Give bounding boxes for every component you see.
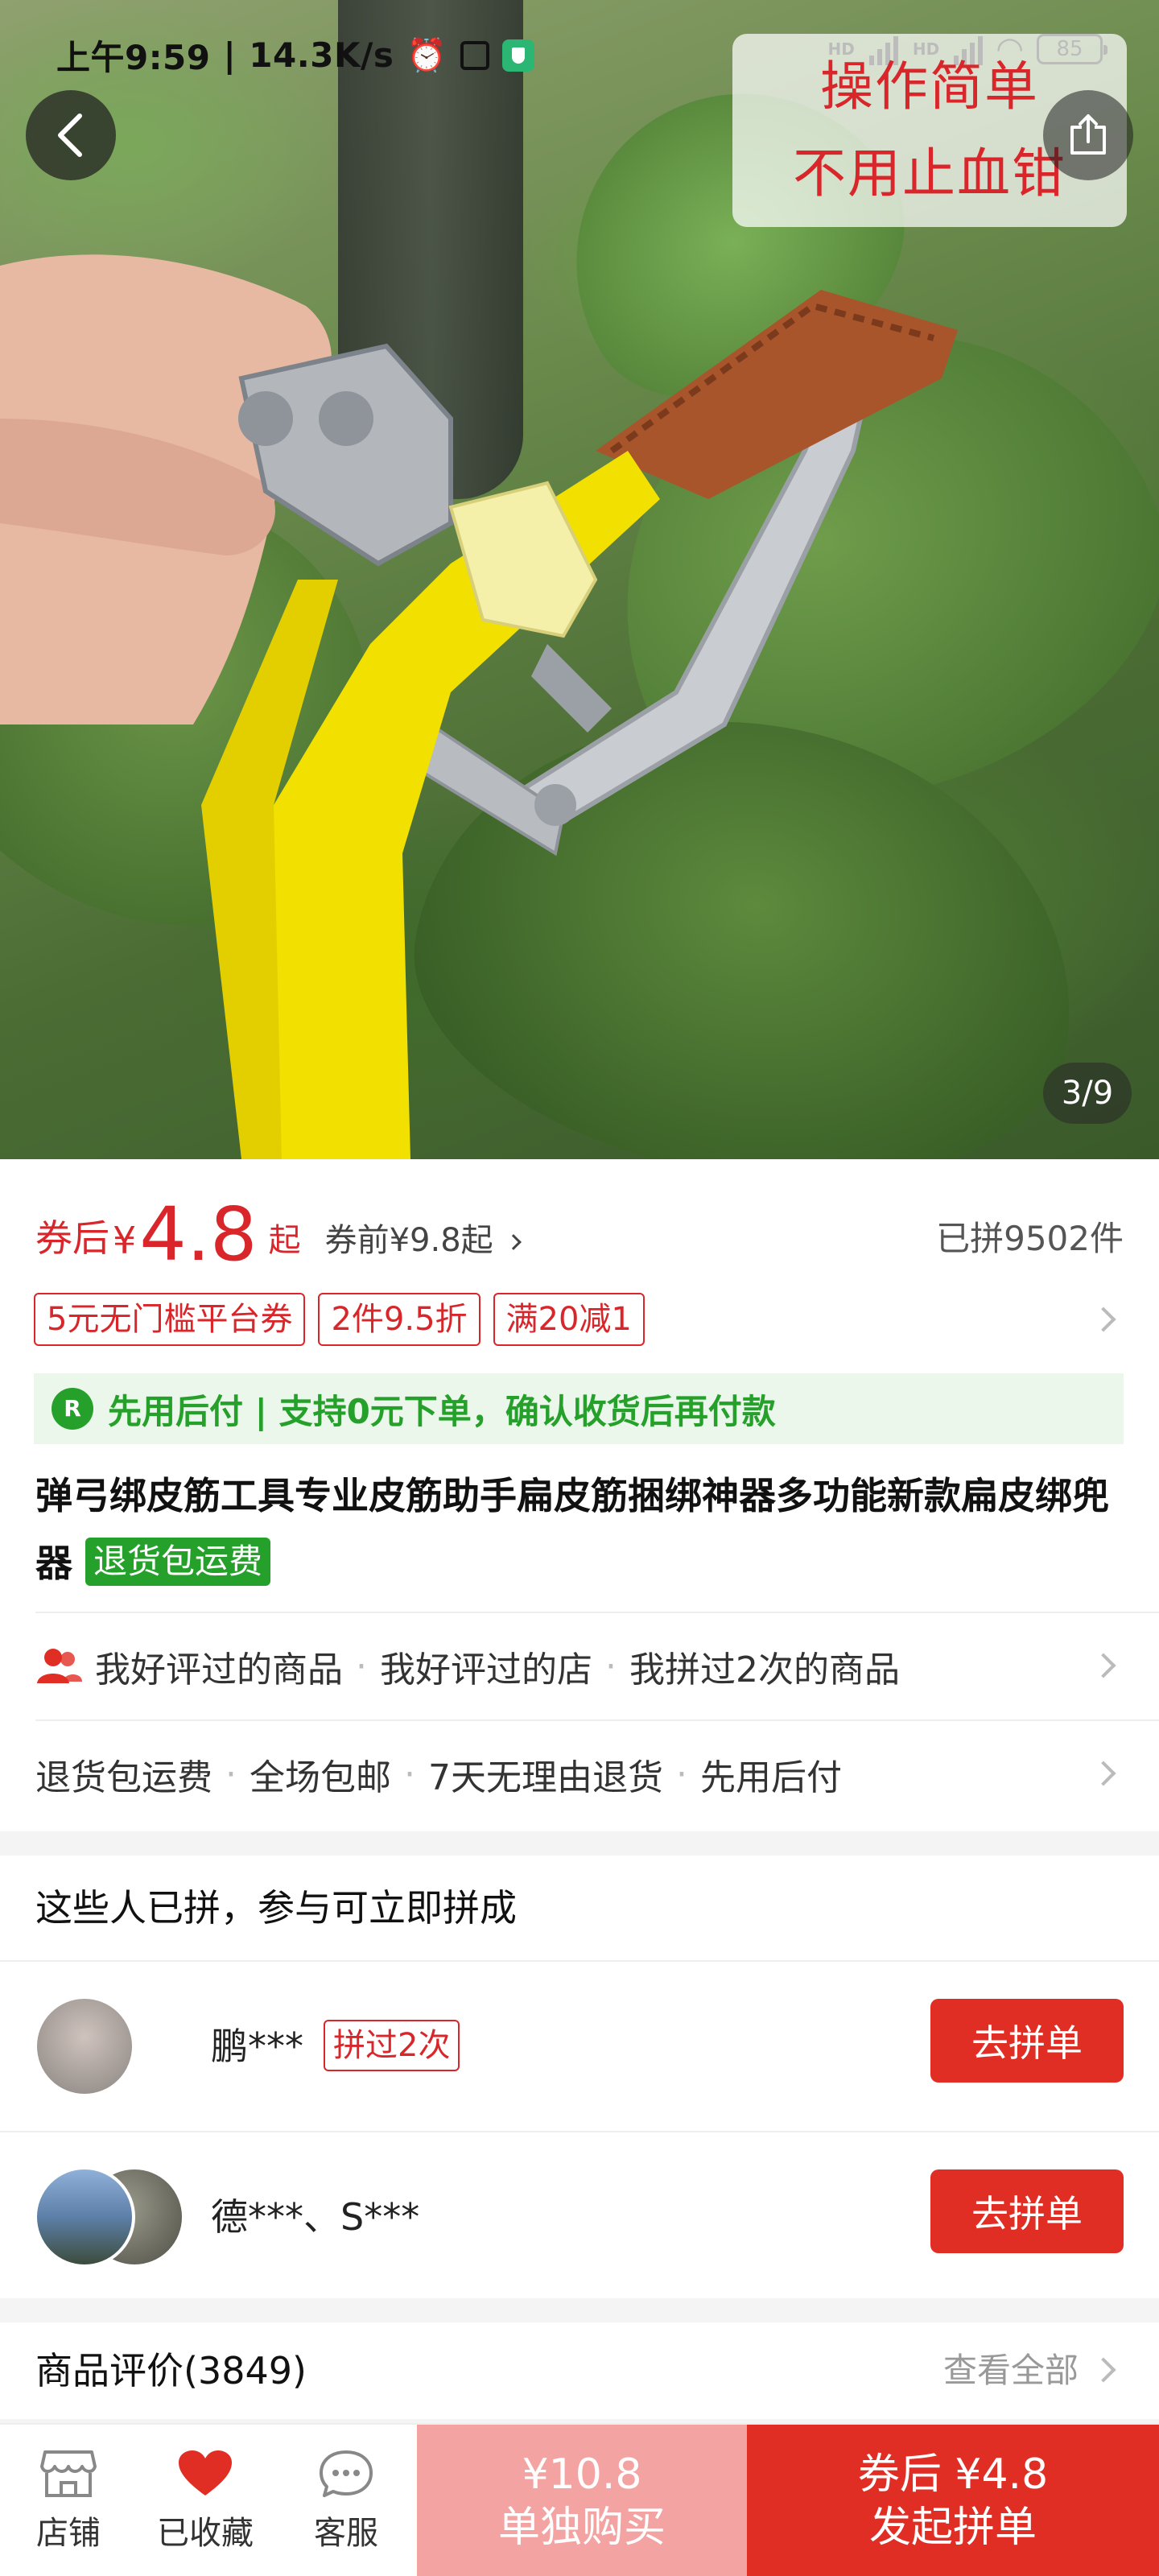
free-return-badge: 退货包运费 [85,1538,271,1586]
social-item: 我好评过的店 [380,1649,592,1690]
separator-dot: · [404,1753,415,1795]
group-buy-section: 这些人已拼，参与可立即拼成 鹏*** 拼过2次 去拼单 德***、S*** 去拼… [0,1856,1159,2298]
nfc-icon [460,40,489,70]
alarm-icon: ⏰ [406,37,448,74]
store-icon [40,2450,97,2497]
network-speed: 14.3K/s [249,35,394,75]
shield-icon [501,39,534,72]
promo-tag[interactable]: 满20减1 [493,1293,645,1346]
chevron-left-icon [58,114,82,157]
group-price: 券后 ¥4.8 [857,2450,1049,2499]
chevron-right-icon [505,1234,522,1250]
store-button[interactable]: 店铺 [0,2425,137,2576]
chevron-right-icon [1091,1653,1116,1678]
buy-alone-button[interactable]: ¥10.8 单独购买 [417,2425,747,2576]
price-before-coupon: 券前¥9.8起 [324,1222,493,1259]
social-proof-row[interactable]: 我好评过的商品 · 我好评过的店 · 我拼过2次的商品 [35,1613,1124,1719]
join-group-button[interactable]: 去拼单 [930,1999,1124,2083]
promo-tag[interactable]: 5元无门槛平台券 [34,1293,306,1346]
single-price: ¥10.8 [522,2450,642,2499]
service-row[interactable]: 退货包运费 · 全场包邮 · 7天无理由退货 · 先用后付 [35,1721,1124,1827]
group-member-badge: 拼过2次 [324,2020,460,2071]
share-button[interactable] [1043,90,1133,180]
avatar [34,1996,135,2097]
start-group-buy-button[interactable]: 券后 ¥4.8 发起拼单 [747,2425,1159,2576]
promo-tags[interactable]: 5元无门槛平台券 2件9.5折 满20减1 [34,1291,1124,1348]
users-icon [37,1649,82,1683]
status-separator: | [223,35,237,75]
after-coupon-label: 券后 [35,1216,109,1260]
price-before-coupon-link[interactable]: 券前¥9.8起 [324,1214,522,1261]
chevron-right-icon [1091,1761,1116,1786]
chat-bubble-icon [320,2450,373,2497]
favorited-label: 已收藏 [157,2515,254,2552]
promo-tag[interactable]: 2件9.5折 [318,1293,481,1346]
product-title: 弹弓绑皮筋工具专业皮筋助手扁皮筋捆绑神器多功能新款扁皮绑兜器 退货包运费 [35,1462,1124,1597]
service-item: 退货包运费 [35,1757,212,1798]
heart-icon [179,2450,232,2496]
chevron-right-icon [1091,2357,1116,2383]
product-info-card: 券后 ¥ 4.8 起 券前¥9.8起 已拼9502件 5元无门槛平台券 2件9.… [0,1159,1159,1831]
reviews-header[interactable]: 商品评价(3849) 查看全部 [0,2322,1159,2419]
price-row: 券后 ¥ 4.8 起 券前¥9.8起 已拼9502件 [35,1191,1124,1272]
customer-service-button[interactable]: 客服 [278,2425,415,2576]
group-member-name: 德***、S*** [211,2195,420,2239]
store-label: 店铺 [36,2515,101,2552]
single-label: 单独购买 [497,2504,666,2552]
avatar [34,2166,135,2268]
separator-dot: · [225,1753,237,1795]
group-buy-row: 德***、S*** 去拼单 [0,2132,1159,2301]
service-label: 客服 [314,2515,378,2552]
service-item: 全场包邮 [250,1757,391,1798]
service-item: 7天无理由退货 [428,1757,663,1798]
join-group-button[interactable]: 去拼单 [930,2169,1124,2253]
sold-count: 已拼9502件 [936,1219,1124,1258]
service-item: 先用后付 [700,1757,842,1798]
group-label: 发起拼单 [868,2504,1037,2552]
image-counter: 3/9 [1043,1063,1132,1124]
reviews-title: 商品评价(3849) [35,2349,307,2392]
chevron-right-icon [1091,1307,1116,1332]
separator-dot: · [676,1753,687,1795]
pay-later-text: 先用后付 | 支持0元下单，确认收货后再付款 [108,1391,776,1431]
currency-symbol: ¥ [113,1219,137,1262]
social-item: 我好评过的商品 [95,1649,343,1690]
favorite-button[interactable]: 已收藏 [137,2425,274,2576]
social-item: 我拼过2次的商品 [629,1649,900,1690]
separator-dot: · [605,1645,617,1687]
price-amount: 4.8 [139,1191,258,1278]
bottom-action-bar: 店铺 已收藏 客服 ¥10.8 单独购买 券后 ¥4.8 发起拼单 [0,2423,1159,2576]
pay-later-banner[interactable]: 先用后付 | 支持0元下单，确认收货后再付款 [34,1373,1124,1444]
share-icon [1070,114,1106,155]
group-buy-row: 鹏*** 拼过2次 去拼单 [0,1962,1159,2131]
pay-later-icon [52,1388,93,1430]
group-buy-title: 这些人已拼，参与可立即拼成 [35,1886,517,1930]
view-all-reviews-link[interactable]: 查看全部 [943,2322,1079,2419]
group-member-name: 鹏*** [211,2025,303,2068]
separator-dot: · [356,1645,367,1687]
back-button[interactable] [26,90,116,180]
status-time: 上午9:59 [56,38,211,77]
price-suffix: 起 [268,1222,301,1259]
